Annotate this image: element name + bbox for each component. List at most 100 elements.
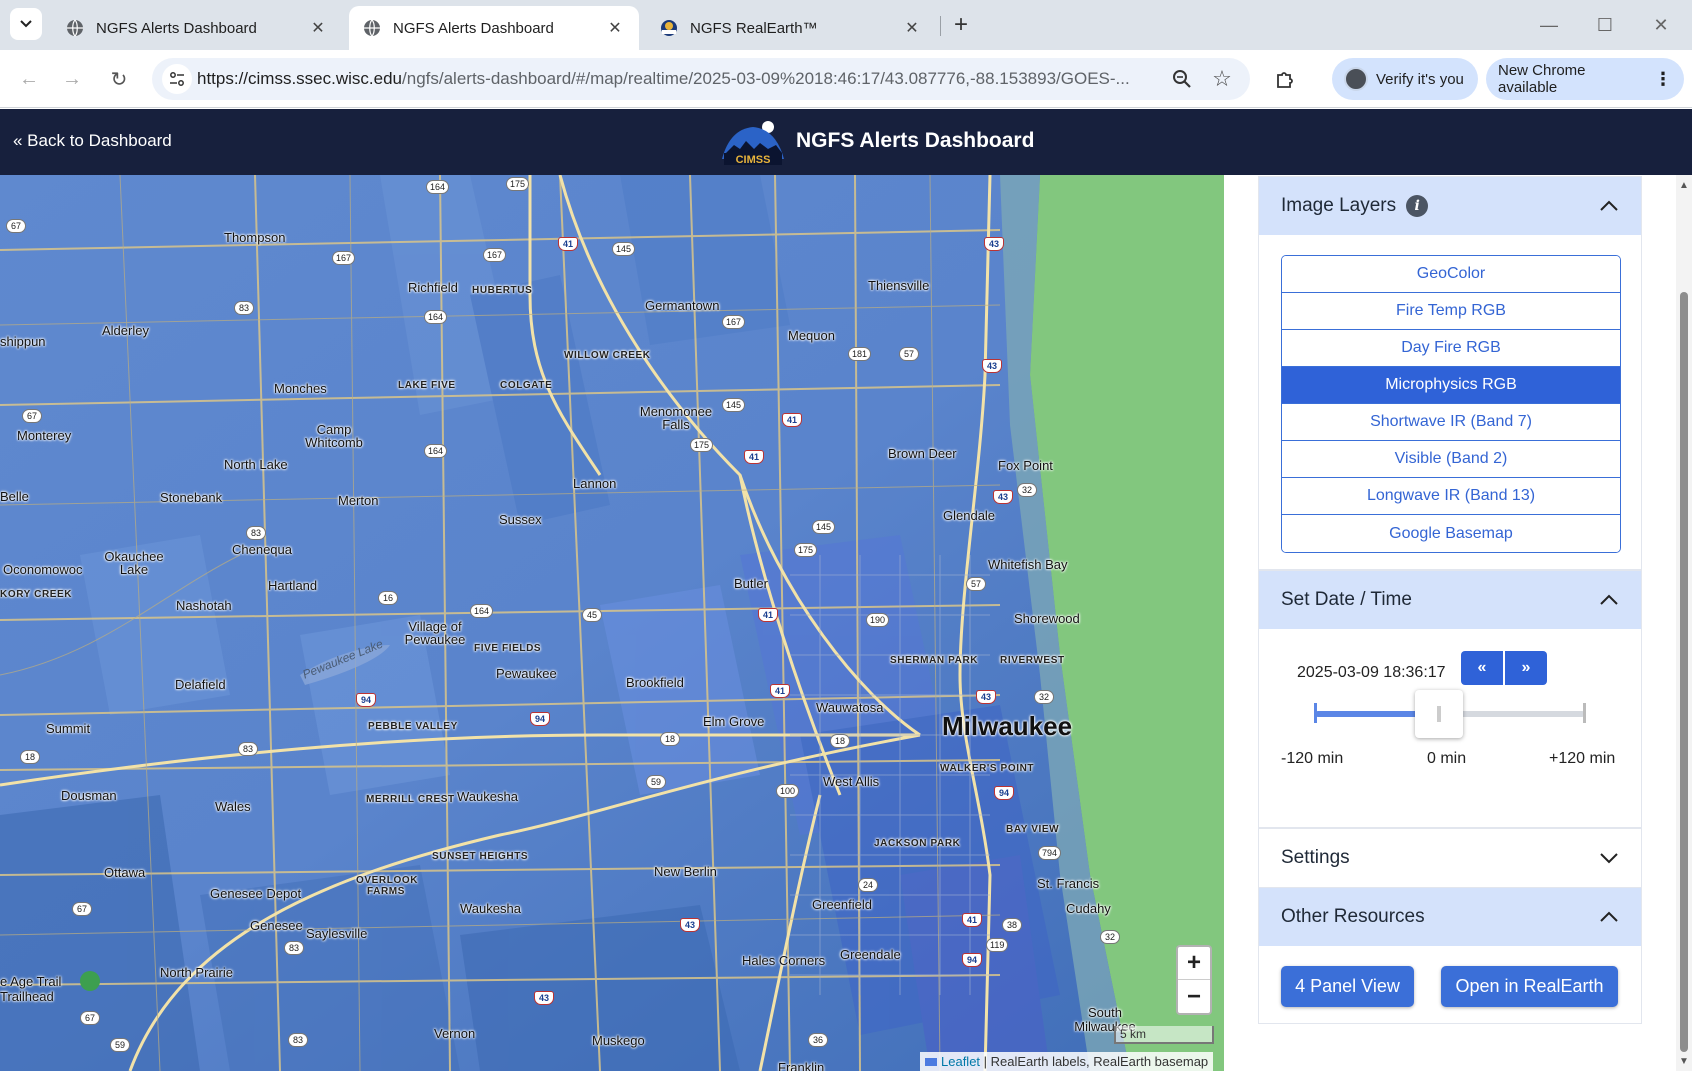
close-tab-icon[interactable]: ✕	[902, 18, 922, 38]
back-to-dashboard-link[interactable]: « Back to Dashboard	[13, 131, 172, 151]
zoom-in-button[interactable]: +	[1178, 947, 1210, 980]
place-label: WILLOW CREEK	[564, 350, 651, 361]
new-tab-button[interactable]: +	[946, 10, 976, 40]
layer-longwave-ir-button[interactable]: Longwave IR (Band 13)	[1282, 478, 1620, 515]
place-label: Sussex	[499, 512, 542, 527]
interstate-shield: 94	[530, 712, 550, 726]
forward-arrow-icon[interactable]: →	[57, 64, 87, 94]
datetime-panel: Set Date / Time 2025-03-09 18:36:17 « » …	[1258, 570, 1642, 828]
back-arrow-icon[interactable]: ←	[14, 64, 44, 94]
place-label: Monches	[274, 381, 327, 396]
url-text: https://cimss.ssec.wisc.edu/ngfs/alerts-…	[197, 69, 1152, 89]
tab-ngfs-dashboard-2[interactable]: NGFS Alerts Dashboard ✕	[349, 6, 639, 50]
maximize-window-icon[interactable]: ☐	[1590, 10, 1620, 40]
route-shield: 175	[506, 177, 530, 191]
scroll-up-arrow-icon[interactable]: ▲	[1678, 180, 1690, 192]
datetime-header[interactable]: Set Date / Time	[1259, 571, 1641, 629]
place-label: Stonebank	[160, 490, 223, 505]
place-label: Brown Deer	[888, 446, 957, 461]
attribution-text: | RealEarth labels, RealEarth basemap	[980, 1054, 1209, 1069]
place-label: Wales	[215, 799, 251, 814]
scroll-down-arrow-icon[interactable]: ▼	[1678, 1056, 1690, 1068]
close-tab-icon[interactable]: ✕	[308, 18, 328, 38]
route-shield: 167	[722, 315, 746, 329]
extensions-puzzle-icon[interactable]	[1270, 64, 1300, 94]
map-attribution: Leaflet | RealEarth labels, RealEarth ba…	[920, 1052, 1214, 1071]
tab-ngfs-realearth[interactable]: NGFS RealEarth™ ✕	[646, 6, 936, 50]
layer-geocolor-button[interactable]: GeoColor	[1282, 256, 1620, 293]
reload-icon[interactable]: ↻	[104, 64, 134, 94]
open-in-realearth-button[interactable]: Open in RealEarth	[1441, 966, 1618, 1007]
kebab-menu-icon[interactable]: ⋮	[1654, 69, 1672, 90]
place-label: Shorewood	[1014, 611, 1080, 626]
four-panel-view-button[interactable]: 4 Panel View	[1281, 966, 1414, 1007]
settings-header[interactable]: Settings	[1259, 829, 1641, 887]
route-shield: 164	[426, 180, 450, 194]
address-bar[interactable]: https://cimss.ssec.wisc.edu/ngfs/alerts-…	[152, 58, 1250, 100]
verify-label: Verify it's you	[1376, 70, 1464, 88]
route-shield: 100	[776, 784, 800, 798]
tab-ngfs-dashboard-1[interactable]: NGFS Alerts Dashboard ✕	[52, 6, 342, 50]
url-host: https://cimss.ssec.wisc.edu	[197, 69, 403, 88]
next-time-button[interactable]: »	[1505, 651, 1547, 685]
logo-text: CIMSS	[736, 154, 771, 165]
layer-visible-button[interactable]: Visible (Band 2)	[1282, 441, 1620, 478]
route-shield: 24	[858, 878, 878, 892]
interstate-shield: 94	[962, 953, 982, 967]
tab-search-menu-button[interactable]	[10, 8, 42, 40]
route-shield: 83	[288, 1033, 308, 1047]
route-shield: 18	[660, 732, 680, 746]
interstate-shield: 94	[356, 693, 376, 707]
place-label: Okauchee Lake	[104, 549, 164, 577]
layer-shortwave-ir-button[interactable]: Shortwave IR (Band 7)	[1282, 404, 1620, 441]
image-layers-header[interactable]: Image Layers i	[1259, 177, 1641, 235]
route-shield: 59	[646, 775, 666, 789]
route-shield: 145	[812, 520, 836, 534]
chevron-down-icon	[20, 20, 32, 28]
route-shield: 794	[1038, 846, 1062, 860]
place-label: Whitefish Bay	[988, 557, 1068, 572]
zoom-magnifier-icon[interactable]	[1169, 66, 1195, 92]
place-label: e Age Trail Trailhead	[0, 974, 62, 1004]
close-tab-icon[interactable]: ✕	[605, 18, 625, 38]
resources-header[interactable]: Other Resources	[1259, 888, 1641, 946]
place-label: Merton	[338, 493, 379, 508]
city-label-milwaukee: Milwaukee	[942, 711, 1073, 741]
interstate-shield: 43	[680, 918, 700, 932]
interstate-shield: 41	[962, 913, 982, 927]
chrome-update-button[interactable]: New Chrome available ⋮	[1486, 58, 1684, 100]
minimize-window-icon[interactable]: —	[1534, 10, 1564, 40]
chevron-up-icon	[1600, 911, 1618, 922]
leaflet-link[interactable]: Leaflet	[941, 1054, 980, 1069]
layer-microphysics-rgb-button[interactable]: Microphysics RGB	[1282, 367, 1620, 404]
datetime-title: Set Date / Time	[1281, 589, 1412, 610]
slider-mid-label: 0 min	[1427, 750, 1467, 767]
satellite-map[interactable]: Thompson Richfield HUBERTUS Germantown T…	[0, 175, 1224, 1071]
layer-google-basemap-button[interactable]: Google Basemap	[1282, 515, 1620, 552]
place-label: Butler	[734, 576, 768, 591]
place-label: JACKSON PARK	[874, 838, 961, 849]
route-shield: 164	[424, 444, 448, 458]
place-label: Belle	[0, 489, 29, 504]
place-label: WALKER'S POINT	[940, 763, 1035, 774]
ssec-logo-icon	[661, 20, 677, 36]
layer-day-fire-rgb-button[interactable]: Day Fire RGB	[1282, 330, 1620, 367]
previous-time-button[interactable]: «	[1461, 651, 1503, 685]
close-window-icon[interactable]: ✕	[1646, 10, 1676, 40]
info-icon[interactable]: i	[1406, 195, 1429, 217]
time-slider-handle[interactable]	[1415, 690, 1464, 738]
site-settings-icon[interactable]	[162, 64, 192, 94]
place-label: Delafield	[175, 677, 226, 692]
scrollbar-thumb[interactable]	[1680, 292, 1688, 1052]
place-label: Muskego	[592, 1033, 645, 1048]
place-label: Thompson	[224, 230, 286, 245]
verify-identity-button[interactable]: Verify it's you	[1332, 58, 1478, 100]
bookmark-star-icon[interactable]: ☆	[1209, 66, 1235, 92]
browser-toolbar: ← → ↻ https://cimss.ssec.wisc.edu/ngfs/a…	[0, 50, 1692, 108]
zoom-out-button[interactable]: −	[1178, 980, 1210, 1013]
route-shield: 164	[424, 310, 448, 324]
layer-fire-temp-rgb-button[interactable]: Fire Temp RGB	[1282, 293, 1620, 330]
place-label: Hartland	[268, 578, 318, 593]
place-label: SUNSET HEIGHTS	[432, 851, 529, 862]
interstate-shield: 41	[770, 684, 790, 698]
